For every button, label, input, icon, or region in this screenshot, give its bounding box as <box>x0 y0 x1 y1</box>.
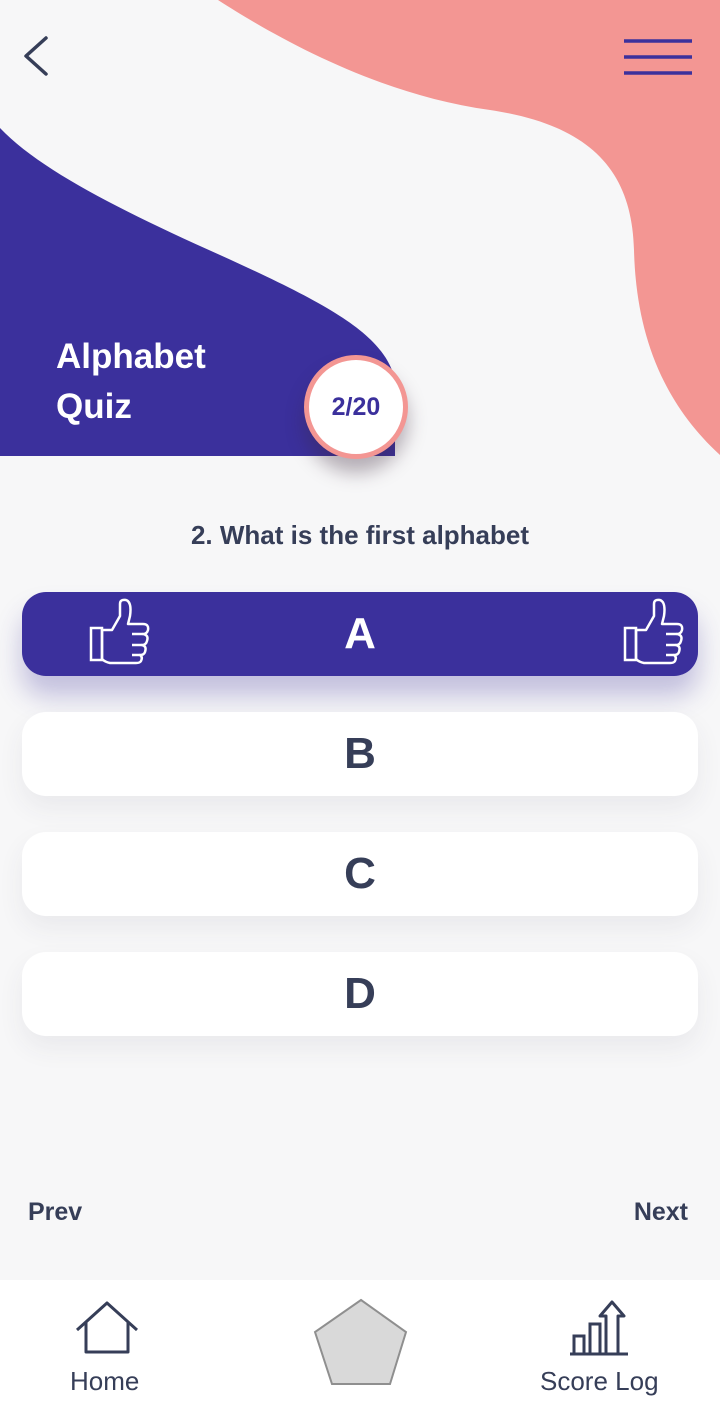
tab-score-log-label: Score Log <box>540 1366 659 1396</box>
answer-option-label: D <box>344 969 376 1018</box>
quiz-title: Alphabet Quiz <box>56 337 206 426</box>
answer-option-b[interactable]: B <box>22 712 698 796</box>
chevron-left-icon <box>24 36 48 76</box>
answer-option-d[interactable]: D <box>22 952 698 1036</box>
menu-button[interactable] <box>620 36 696 82</box>
thumbs-up-icon <box>623 598 684 665</box>
answer-option-label: C <box>344 849 376 898</box>
question-text: 2. What is the first alphabet <box>190 520 530 550</box>
answer-option-a[interactable]: A <box>22 592 698 676</box>
pentagon-icon[interactable] <box>310 1296 412 1388</box>
bottom-navigation: Home Score Log <box>0 1280 720 1420</box>
progress-badge: 2/20 <box>304 355 408 459</box>
answer-option-c[interactable]: C <box>22 832 698 916</box>
tab-home-label: Home <box>70 1366 140 1396</box>
answer-option-label: B <box>344 729 376 778</box>
home-icon <box>75 1301 139 1354</box>
bar-chart-up-icon <box>570 1300 628 1356</box>
tab-score-log[interactable]: Score Log <box>530 1280 680 1420</box>
thumbs-up-icon <box>89 598 150 665</box>
hamburger-menu-icon <box>624 39 692 75</box>
back-button[interactable] <box>18 30 62 82</box>
next-button[interactable]: Next <box>634 1198 688 1227</box>
answer-option-label: A <box>344 609 376 658</box>
prev-button[interactable]: Prev <box>28 1198 82 1227</box>
tab-home[interactable]: Home <box>50 1280 170 1420</box>
